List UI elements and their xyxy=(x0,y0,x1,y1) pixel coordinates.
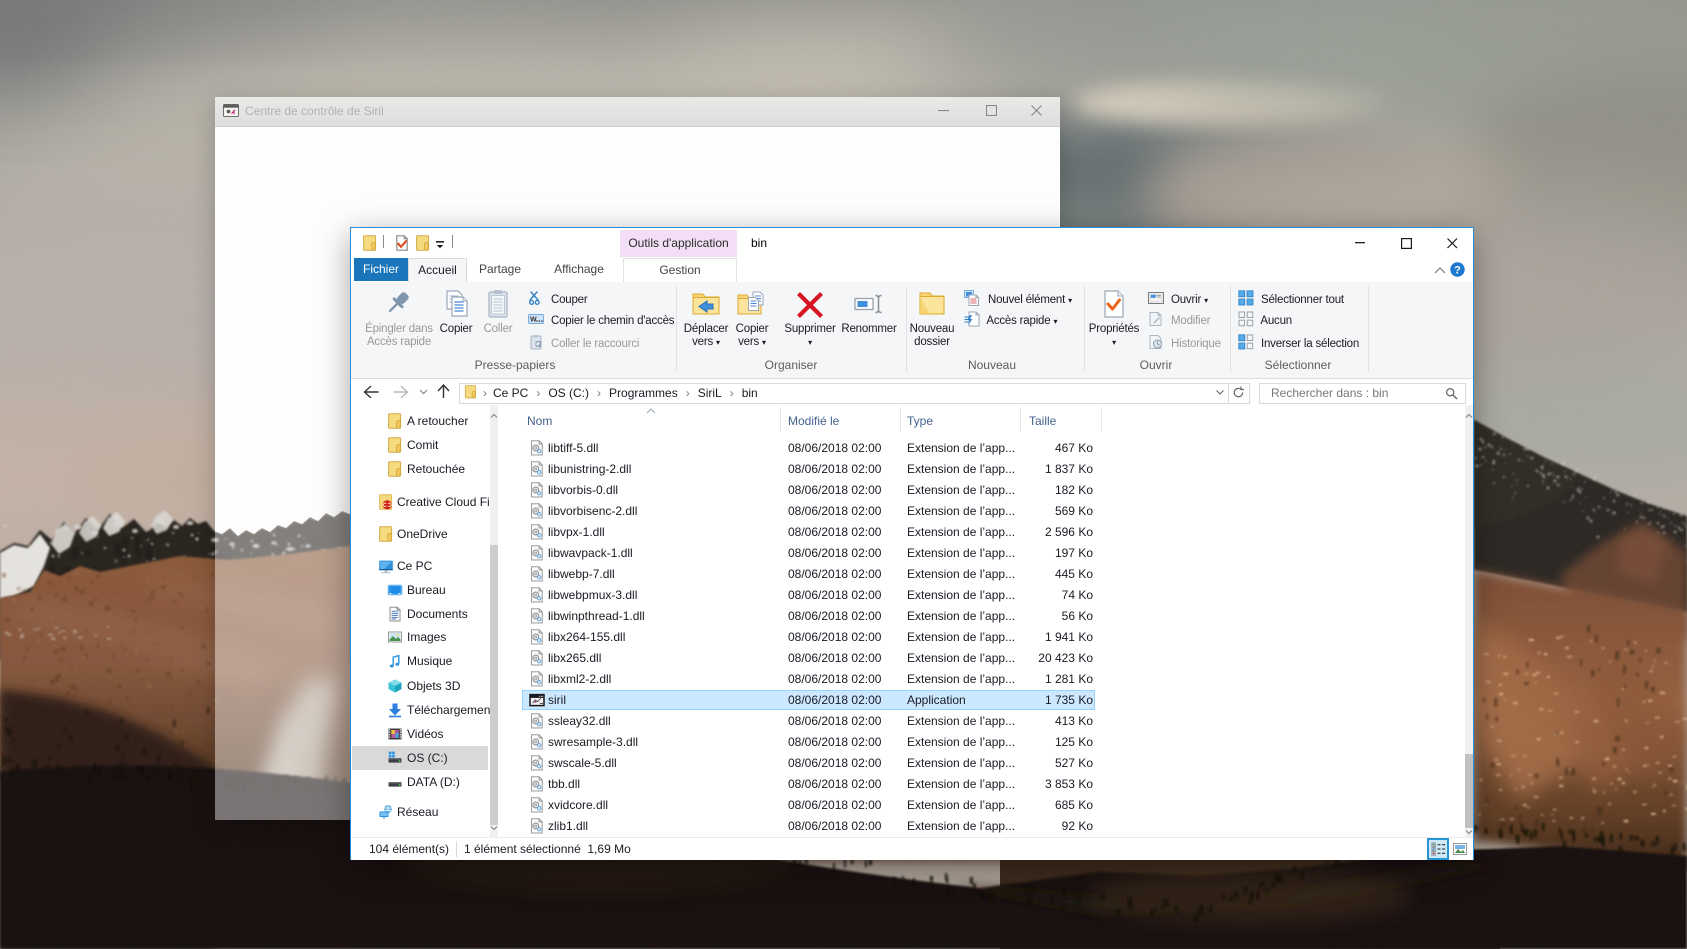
svg-text:W: W xyxy=(530,317,537,324)
svg-text:?: ? xyxy=(1454,264,1461,276)
